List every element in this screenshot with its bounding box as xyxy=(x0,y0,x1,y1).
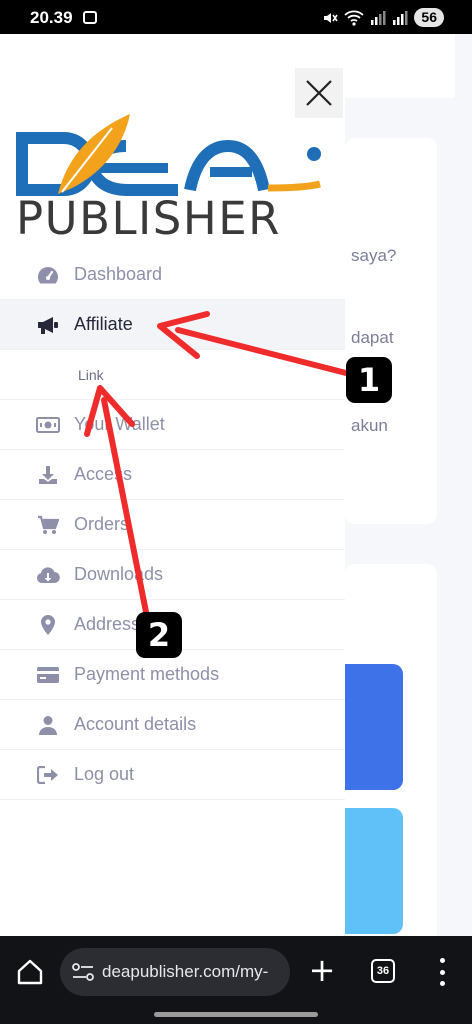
menu-item-account-details[interactable]: Account details xyxy=(0,700,345,750)
download-tray-icon xyxy=(36,463,60,487)
menu-label: Account details xyxy=(74,714,197,734)
status-bar: 20.39 56 xyxy=(0,0,472,34)
menu-label: Affiliate xyxy=(74,314,133,334)
browser-toolbar: deapublisher.com/my- + 36 xyxy=(0,936,472,1024)
signal-icon-2 xyxy=(393,10,408,25)
battery-indicator: 56 xyxy=(414,8,444,27)
annotation-badge-1: 1 xyxy=(346,357,392,403)
credit-card-icon xyxy=(36,663,60,687)
menu-label: Downloads xyxy=(74,564,164,584)
menu-item-downloads[interactable]: Downloads xyxy=(0,550,345,600)
new-tab-button[interactable]: + xyxy=(306,954,338,986)
gesture-bar xyxy=(154,1012,318,1017)
more-menu-icon[interactable] xyxy=(432,958,452,986)
menu-item-dashboard[interactable]: Dashboard xyxy=(0,250,345,300)
mute-icon xyxy=(324,12,339,23)
logout-icon xyxy=(36,763,60,787)
address-bar[interactable]: deapublisher.com/my- xyxy=(60,948,290,996)
background-text: saya? xyxy=(351,246,397,265)
user-icon xyxy=(36,713,60,737)
cart-icon xyxy=(36,513,60,537)
background-text: akun xyxy=(351,416,388,435)
menu-label: Your Wallet xyxy=(74,414,165,434)
submenu-label: Link xyxy=(78,366,104,383)
account-menu: Dashboard Affiliate Link Your Wallet Acc… xyxy=(0,250,345,800)
menu-label: Access xyxy=(74,464,133,484)
background-blue-button[interactable] xyxy=(345,664,403,790)
menu-label: Orders xyxy=(74,514,130,534)
menu-item-access[interactable]: Access xyxy=(0,450,345,500)
close-icon xyxy=(306,80,332,106)
url-text: deapublisher.com/my- xyxy=(102,962,269,981)
signal-icon xyxy=(371,10,386,25)
megaphone-icon xyxy=(36,313,60,337)
menu-item-affiliate[interactable]: Affiliate xyxy=(0,300,345,350)
dashboard-gauge-icon xyxy=(36,263,60,287)
home-icon[interactable] xyxy=(16,958,44,986)
menu-item-orders[interactable]: Orders xyxy=(0,500,345,550)
logo-wordmark: PUBLISHER xyxy=(16,192,281,240)
status-time: 20.39 xyxy=(30,8,73,27)
annotation-badge-2: 2 xyxy=(136,612,182,658)
background-text: dapat xyxy=(351,328,394,347)
status-icons: 56 xyxy=(322,8,444,27)
menu-label: Dashboard xyxy=(74,264,163,284)
dea-publisher-logo: PUBLISHER xyxy=(16,114,321,240)
screenshot-icon xyxy=(83,11,97,24)
background-header-card xyxy=(345,34,455,98)
menu-label: Log out xyxy=(74,764,135,784)
site-settings-icon[interactable] xyxy=(72,963,94,981)
cloud-download-icon xyxy=(36,563,60,587)
submenu-item-link[interactable]: Link xyxy=(0,350,345,400)
tab-switcher-button[interactable]: 36 xyxy=(371,959,395,983)
background-light-blue-button[interactable] xyxy=(345,808,403,934)
menu-label: Payment methods xyxy=(74,664,220,684)
map-pin-icon xyxy=(36,613,60,637)
menu-item-log-out[interactable]: Log out xyxy=(0,750,345,800)
money-icon xyxy=(36,413,60,437)
navigation-drawer: PUBLISHER Dashboard Affiliate Link Your … xyxy=(0,34,345,936)
menu-item-your-wallet[interactable]: Your Wallet xyxy=(0,400,345,450)
wifi-icon xyxy=(344,10,365,26)
